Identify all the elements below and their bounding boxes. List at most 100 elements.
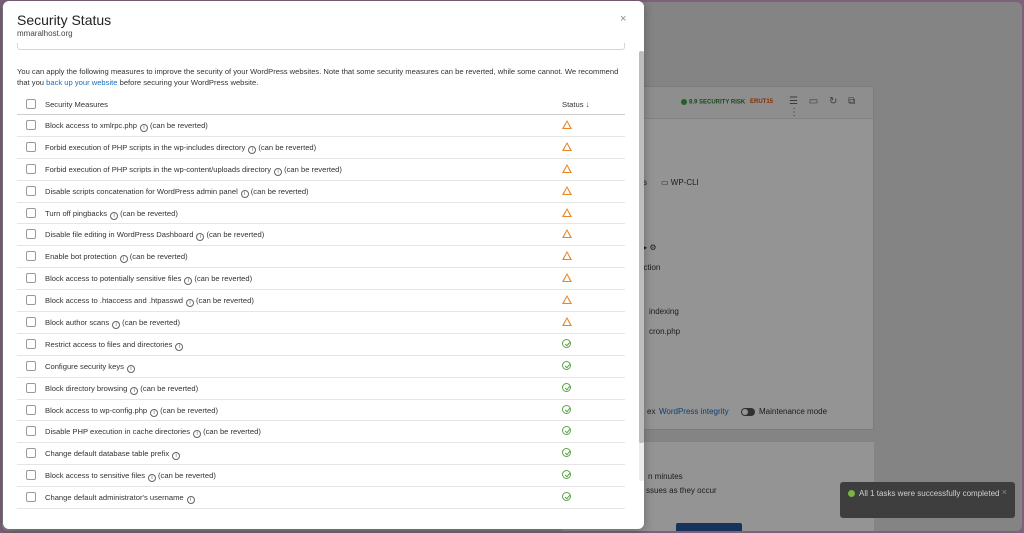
row-checkbox[interactable] [26,338,36,349]
scrollbar[interactable] [639,51,644,481]
column-header-status[interactable]: Status ↓ [562,100,589,109]
row-checkbox[interactable] [26,229,36,240]
table-row[interactable]: Configure security keys i [17,356,625,378]
table-row[interactable]: Block access to potentially sensitive fi… [17,268,625,291]
toast-close-icon[interactable]: × [1002,487,1007,498]
intro-text: You can apply the following measures to … [17,67,619,87]
site-name: mmaralhost.org [17,29,73,38]
warning-icon [562,229,572,239]
table-row[interactable]: Block access to xmlrpc.php i (can be rever… [17,115,625,137]
success-toast: All 1 tasks were successfully completed … [840,482,1015,518]
warning-icon [562,295,572,305]
check-circle-icon [562,404,571,414]
row-checkbox[interactable] [26,470,36,481]
measure-label: Enable bot protection i (can be reverted) [45,252,188,264]
row-checkbox[interactable] [26,207,36,218]
warning-icon [562,317,572,327]
table-row[interactable]: Forbid execution of PHP scripts in the w… [17,137,625,159]
table-header-row: Security Measures Status ↓ [17,95,625,115]
measure-label: Disable scripts concatenation for WordPr… [45,186,309,198]
info-icon[interactable]: i [175,342,184,351]
table-row[interactable]: Disable file editing in WordPress Dashbo… [17,224,625,247]
info-icon[interactable]: i [112,321,121,330]
info-icon[interactable]: i [248,145,257,154]
table-row[interactable]: Disable PHP execution in cache directori… [17,421,625,444]
measure-label: Block access to .htaccess and .htpasswd i… [45,296,254,308]
row-checkbox[interactable] [26,317,36,328]
warning-icon [562,141,572,151]
info-icon[interactable]: i [172,452,181,461]
dialog-title: Security Status [17,12,112,28]
row-checkbox[interactable] [26,492,36,503]
info-icon[interactable]: i [140,124,149,132]
info-icon[interactable]: i [193,430,202,439]
check-circle-icon [562,426,571,436]
info-icon[interactable]: i [240,189,249,198]
success-check-icon [848,490,855,497]
table-row[interactable]: Change default database table prefix i [17,443,625,466]
info-icon[interactable]: i [150,408,159,417]
info-icon[interactable]: i [130,386,139,395]
table-row[interactable]: Restrict access to files and directories… [17,334,625,356]
measure-label: Block directory browsing i (can be reverte… [45,383,199,395]
info-icon[interactable]: i [184,277,193,286]
info-icon[interactable]: i [274,167,283,176]
measure-label: Block author scans i (can be reverted) [45,318,180,330]
measure-label: Block access to wp-config.php i (can be re… [45,405,218,417]
table-row[interactable]: Block access to .htaccess and .htpasswd i… [17,290,625,313]
measure-label: Block access to potentially sensitive fi… [45,274,253,286]
scrollbar-thumb[interactable] [639,51,644,443]
measure-label: Change default database table prefix i [45,449,182,461]
check-circle-icon [562,492,571,502]
revert-note: (can be reverted) [160,405,218,415]
dialog-scroll-area[interactable]: You can apply the following measures to … [3,43,644,529]
info-icon[interactable]: i [148,474,157,483]
row-checkbox[interactable] [26,251,36,262]
table-row[interactable]: Block directory browsing i (can be reverte… [17,378,625,400]
row-checkbox[interactable] [26,185,36,196]
close-icon[interactable]: × [620,13,626,25]
check-circle-icon [562,448,571,458]
info-icon[interactable]: i [119,255,128,264]
revert-note: (can be reverted) [129,252,188,262]
info-icon[interactable]: i [186,299,195,308]
table-row[interactable]: Forbid execution of PHP scripts in the w… [17,159,625,181]
select-all-checkbox[interactable] [26,99,36,109]
revert-note: (can be reverted) [196,296,254,306]
info-icon[interactable]: i [110,211,119,220]
row-checkbox[interactable] [26,120,36,130]
row-checkbox[interactable] [26,404,36,415]
revert-note: (can be reverted) [140,383,199,393]
table-row[interactable]: Disable scripts concatenation for WordPr… [17,181,625,203]
table-row[interactable]: Change default administrator's username i [17,487,625,510]
column-header-measures: Security Measures [45,100,108,109]
row-checkbox[interactable] [26,448,36,459]
row-checkbox[interactable] [26,141,36,152]
table-row[interactable]: Turn off pingbacks i (can be reverted) [17,203,625,225]
table-row[interactable]: Block access to sensitive files i (can be … [17,465,625,488]
measure-label: Disable file editing in WordPress Dashbo… [45,230,265,242]
measure-label: Disable PHP execution in cache directori… [45,427,261,439]
table-row[interactable]: Block access to wp-config.php i (can be re… [17,400,625,422]
row-checkbox[interactable] [26,273,36,284]
measure-label: Forbid execution of PHP scripts in the w… [45,164,342,176]
table-row[interactable]: Block author scans i (can be reverted) [17,312,625,334]
backup-link[interactable]: back up your website [46,78,117,87]
warning-icon [562,185,572,195]
measure-label: Block access to sensitive files i (can be … [45,471,216,483]
revert-note: (can be reverted) [158,471,216,481]
row-checkbox[interactable] [26,360,36,371]
revert-note: (can be reverted) [206,230,265,240]
revert-note: (can be reverted) [203,427,261,437]
row-checkbox[interactable] [26,382,36,393]
info-icon[interactable]: i [196,233,205,242]
check-circle-icon [562,338,571,348]
row-checkbox[interactable] [26,426,36,437]
table-row[interactable]: Enable bot protection i (can be reverted) [17,246,625,269]
info-icon[interactable]: i [126,364,135,373]
row-checkbox[interactable] [26,163,36,174]
warning-icon [562,120,572,129]
row-checkbox[interactable] [26,295,36,306]
info-icon[interactable]: i [186,496,195,505]
revert-note: (can be reverted) [120,208,178,218]
